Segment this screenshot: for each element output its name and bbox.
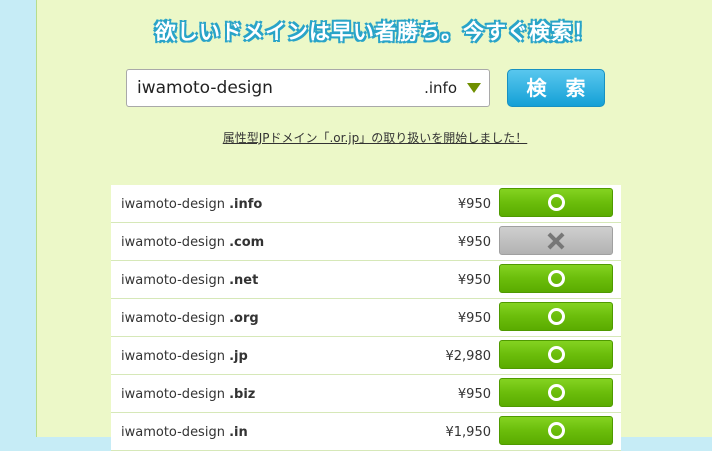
tld-select-value: .info <box>424 79 457 97</box>
cross-icon <box>547 232 565 250</box>
row-domain: iwamoto-design .com <box>121 235 265 250</box>
row-domain: iwamoto-design .jp <box>121 349 248 364</box>
register-button[interactable] <box>499 188 613 217</box>
headline: 欲しいドメインは早い者勝ち。今すぐ検索！ <box>155 20 595 44</box>
table-row: iwamoto-design .info ¥950 <box>111 185 621 223</box>
row-price: ¥950 <box>457 235 491 250</box>
row-domain: iwamoto-design .org <box>121 311 259 326</box>
row-price: ¥950 <box>457 311 491 326</box>
row-price: ¥950 <box>457 273 491 288</box>
register-button[interactable] <box>499 340 613 369</box>
row-price: ¥950 <box>457 387 491 402</box>
chevron-down-icon <box>467 83 481 93</box>
notice-link[interactable]: 属性型JPドメイン「.or.jp」の取り扱いを開始しました！ <box>37 129 712 146</box>
circle-icon <box>547 384 565 401</box>
table-row: iwamoto-design .com ¥950 <box>111 223 621 261</box>
circle-icon <box>547 270 565 287</box>
row-domain: iwamoto-design .net <box>121 273 259 288</box>
row-domain: iwamoto-design .in <box>121 425 248 440</box>
table-row: iwamoto-design .net ¥950 <box>111 261 621 299</box>
table-row: iwamoto-design .biz ¥950 <box>111 375 621 413</box>
tld-select[interactable]: .info <box>411 70 489 106</box>
search-panel: 欲しいドメインは早い者勝ち。今すぐ検索！ .info 検 索 属性型JPドメイン… <box>36 0 712 451</box>
row-price: ¥2,980 <box>445 349 492 364</box>
table-row: iwamoto-design .org ¥950 <box>111 299 621 337</box>
unavailable-status <box>499 226 613 255</box>
search-button[interactable]: 検 索 <box>507 69 605 107</box>
register-button[interactable] <box>499 378 613 407</box>
table-row: iwamoto-design .jp ¥2,980 <box>111 337 621 375</box>
results-list: iwamoto-design .info ¥950 iwamoto-design… <box>111 185 621 451</box>
row-price: ¥950 <box>457 197 491 212</box>
row-domain: iwamoto-design .info <box>121 197 263 212</box>
register-button[interactable] <box>499 302 613 331</box>
circle-icon <box>547 308 565 325</box>
domain-search-box: .info <box>126 69 490 107</box>
register-button[interactable] <box>499 264 613 293</box>
row-price: ¥1,950 <box>445 425 492 440</box>
circle-icon <box>547 194 565 211</box>
circle-icon <box>547 346 565 363</box>
register-button[interactable] <box>499 416 613 445</box>
table-row: iwamoto-design .in ¥1,950 <box>111 413 621 451</box>
row-domain: iwamoto-design .biz <box>121 387 256 402</box>
circle-icon <box>547 422 565 439</box>
domain-input[interactable] <box>137 70 407 106</box>
